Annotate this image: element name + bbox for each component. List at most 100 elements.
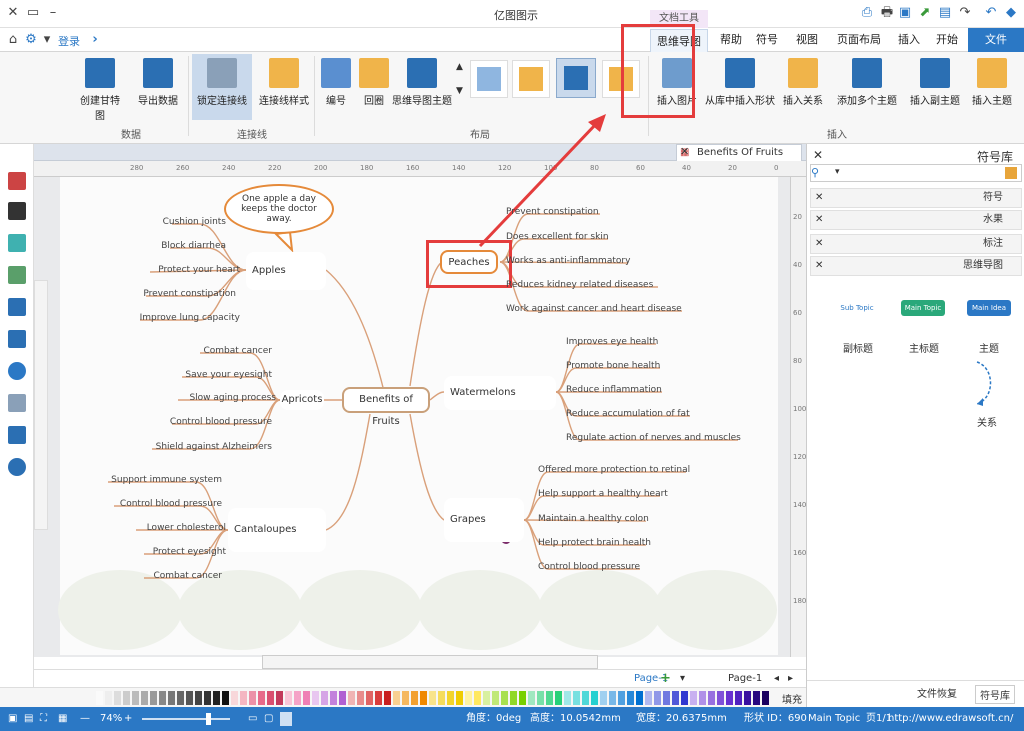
branch-grapes[interactable]: Grapes (444, 498, 524, 542)
add-page-icon[interactable]: + (660, 671, 671, 687)
search-icon[interactable]: ⚲ (811, 166, 819, 179)
library-dropdown[interactable]: ▾ (810, 164, 1022, 182)
leaf-peaches-5[interactable]: Work against cancer and heart disease (506, 304, 682, 314)
shape-sub-topic[interactable]: Sub Topic (835, 302, 879, 314)
color-swatch[interactable] (285, 691, 292, 705)
leaf-cantaloupes-1[interactable]: Support immune system (90, 475, 222, 485)
page-next-icon[interactable]: ▸ (788, 671, 793, 687)
leaf-watermelons-2[interactable]: Promote bone health (566, 361, 660, 371)
leaf-cantaloupes-2[interactable]: Control blood pressure (90, 499, 222, 509)
leaf-apples-1[interactable]: Cushion joints (130, 217, 226, 227)
color-swatch[interactable] (636, 691, 643, 705)
color-swatch[interactable] (132, 691, 139, 705)
color-swatch[interactable] (726, 691, 733, 705)
leaf-apples-5[interactable]: Improve lung capacity (100, 313, 240, 323)
branch-apples[interactable]: Apples (246, 252, 326, 290)
page-prev-icon[interactable]: ◂ (774, 671, 779, 687)
close-library-icon[interactable]: ✕ (815, 211, 823, 229)
close-panel-icon[interactable]: ✕ (813, 148, 823, 162)
color-swatch[interactable] (411, 691, 418, 705)
leaf-apples-2[interactable]: Block diarrhea (130, 241, 226, 251)
shape-main-idea[interactable]: Main Idea (967, 300, 1011, 316)
color-swatch[interactable] (402, 691, 409, 705)
close-library-icon[interactable]: ✕ (815, 235, 823, 253)
close-library-icon[interactable]: ✕ (815, 189, 823, 207)
leaf-cantaloupes-5[interactable]: Combat cancer (110, 571, 222, 581)
color-swatch[interactable] (204, 691, 211, 705)
color-swatch[interactable] (465, 691, 472, 705)
leaf-watermelons-5[interactable]: Regulate action of nerves and muscles (566, 433, 741, 443)
color-swatch[interactable] (357, 691, 364, 705)
color-swatch[interactable] (546, 691, 553, 705)
color-swatch[interactable] (510, 691, 517, 705)
color-swatch[interactable] (645, 691, 652, 705)
status-url[interactable]: http://www.edrawsoft.cn/ (888, 707, 1013, 731)
library-row-mindmap[interactable]: ✕ 思维导图 (810, 256, 1022, 276)
color-swatch[interactable] (483, 691, 490, 705)
color-swatch[interactable] (168, 691, 175, 705)
color-swatch[interactable] (753, 691, 760, 705)
horizontal-scrollbar[interactable] (262, 655, 598, 669)
leaf-apricots-2[interactable]: Save your eyesight (160, 370, 272, 380)
color-swatch[interactable] (114, 691, 121, 705)
tab-file-recovery[interactable]: 文件恢复 (917, 685, 957, 700)
color-swatch[interactable] (258, 691, 265, 705)
color-swatch[interactable] (339, 691, 346, 705)
color-swatch[interactable] (393, 691, 400, 705)
leaf-grapes-2[interactable]: Help support a healthy heart (538, 489, 668, 499)
tab-symbol-library[interactable]: 符号库 (975, 685, 1015, 704)
color-swatch[interactable] (609, 691, 616, 705)
color-swatch[interactable] (600, 691, 607, 705)
leaf-peaches-3[interactable]: Works as anti-inflammatory (506, 256, 630, 266)
branch-apricots[interactable]: Apricots (280, 390, 324, 410)
color-swatch[interactable] (717, 691, 724, 705)
color-swatch[interactable] (141, 691, 148, 705)
color-swatch[interactable] (222, 691, 229, 705)
color-swatch[interactable] (375, 691, 382, 705)
zoom-out-icon[interactable]: — (80, 707, 90, 731)
color-swatch[interactable] (195, 691, 202, 705)
close-library-icon[interactable]: ✕ (815, 257, 823, 275)
color-swatch[interactable] (474, 691, 481, 705)
color-swatch[interactable] (105, 691, 112, 705)
leaf-cantaloupes-4[interactable]: Protect eyesight (110, 547, 226, 557)
zoom-level[interactable]: 74% (100, 707, 122, 731)
color-swatch[interactable] (240, 691, 247, 705)
color-swatch[interactable] (267, 691, 274, 705)
shape-main-topic[interactable]: Main Topic (901, 300, 945, 316)
color-swatch[interactable] (384, 691, 391, 705)
library-row-fruits[interactable]: ✕ 水果 (810, 210, 1022, 230)
color-swatch[interactable] (699, 691, 706, 705)
color-swatch[interactable] (618, 691, 625, 705)
normal-view-icon[interactable] (280, 712, 292, 726)
grid-icon[interactable]: ▦ (58, 707, 67, 731)
color-swatch[interactable] (735, 691, 742, 705)
fit-page-icon[interactable]: ▣ (8, 707, 17, 731)
central-topic[interactable]: Benefits of Fruits (342, 387, 430, 427)
leaf-watermelons-4[interactable]: Reduce accumulation of fat (566, 409, 690, 419)
color-swatch[interactable] (249, 691, 256, 705)
leaf-grapes-3[interactable]: Maintain a healthy colon (538, 514, 649, 524)
color-swatch[interactable] (537, 691, 544, 705)
color-swatch[interactable] (582, 691, 589, 705)
color-swatch[interactable] (231, 691, 238, 705)
color-swatch[interactable] (744, 691, 751, 705)
fit-width-icon[interactable]: ▤ (24, 707, 33, 731)
color-swatch[interactable] (564, 691, 571, 705)
leaf-apricots-4[interactable]: Control blood pressure (150, 417, 272, 427)
color-swatch[interactable] (420, 691, 427, 705)
color-swatch[interactable] (303, 691, 310, 705)
zoom-slider[interactable] (142, 713, 230, 725)
leaf-peaches-1[interactable]: Prevent constipation (506, 207, 599, 217)
library-row-callouts[interactable]: ✕ 标注 (810, 234, 1022, 254)
leaf-grapes-1[interactable]: Offered more protection to retinal (538, 465, 690, 475)
leaf-apples-3[interactable]: Protect your heart (120, 265, 240, 275)
color-swatch[interactable] (762, 691, 769, 705)
branch-cantaloupes[interactable]: Cantaloupes (228, 508, 326, 552)
leaf-grapes-5[interactable]: Control blood pressure (538, 562, 640, 572)
library-row-symbols[interactable]: ✕ 符号 (810, 188, 1022, 208)
zoom-in-icon[interactable]: + (124, 707, 132, 731)
leaf-grapes-4[interactable]: Help protect brain health (538, 538, 651, 548)
color-swatch[interactable] (330, 691, 337, 705)
color-swatch[interactable] (150, 691, 157, 705)
